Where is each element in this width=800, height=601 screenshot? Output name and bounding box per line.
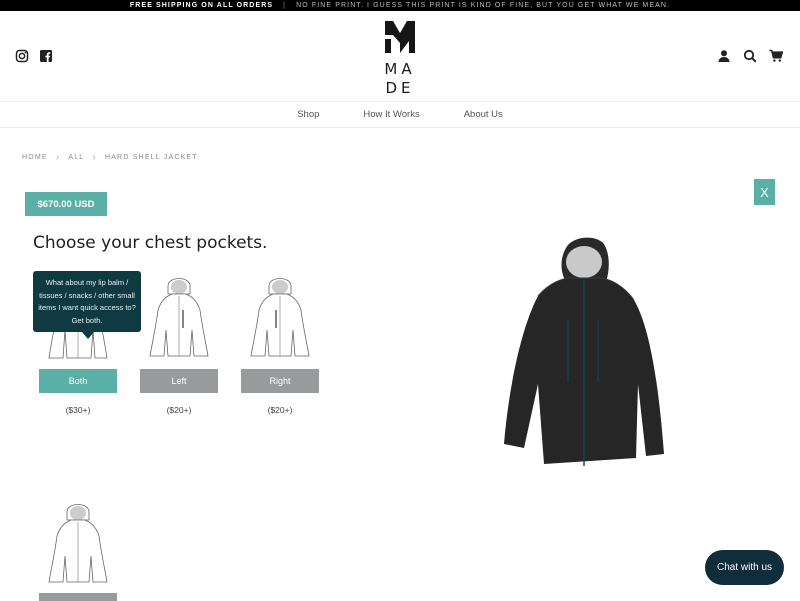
header-actions <box>717 49 784 63</box>
option-right-price: ($20+) <box>267 405 293 415</box>
jacket-thumbnail-none[interactable] <box>39 496 117 588</box>
main-nav: Shop How It Works About Us <box>0 102 800 127</box>
option-both-button[interactable]: Both <box>39 369 117 393</box>
nav-how-it-works[interactable]: How It Works <box>341 109 441 120</box>
jacket-thumbnail-right[interactable] <box>241 270 319 362</box>
logo-mark-icon <box>385 21 415 53</box>
logo-line-1: MA <box>384 60 416 78</box>
instagram-icon[interactable] <box>15 49 29 63</box>
option-right[interactable]: Right ($20+) <box>241 270 319 415</box>
social-links <box>15 49 53 63</box>
step-heading: Choose your chest pockets. <box>33 233 268 253</box>
option-none-button[interactable] <box>39 593 117 601</box>
nav-shop[interactable]: Shop <box>275 109 341 120</box>
search-icon[interactable] <box>743 49 757 63</box>
price-badge: $670.00 USD <box>25 192 107 216</box>
announcement-bar: FREE SHIPPING ON ALL ORDERS | NO FINE PR… <box>0 0 800 11</box>
chevron-right-icon: › <box>92 152 97 163</box>
announcement-primary: FREE SHIPPING ON ALL ORDERS <box>129 2 274 9</box>
facebook-icon[interactable] <box>39 49 53 63</box>
announcement-secondary: NO FINE PRINT. I GUESS THIS PRINT IS KIN… <box>296 2 671 9</box>
logo-line-2: DE <box>385 79 415 97</box>
breadcrumb-all[interactable]: ALL <box>68 154 84 161</box>
site-header: MA DE <box>0 11 800 101</box>
breadcrumb-home[interactable]: HOME <box>22 154 48 161</box>
chat-button[interactable]: Chat with us <box>705 550 784 585</box>
option-tooltip: What about my lip balm / tissues / snack… <box>33 271 141 339</box>
option-left-button[interactable]: Left <box>140 369 218 393</box>
option-left[interactable]: Left ($20+) <box>140 270 218 415</box>
nav-about-us[interactable]: About Us <box>442 109 525 120</box>
option-left-price: ($20+) <box>166 405 192 415</box>
account-icon[interactable] <box>717 49 731 63</box>
cart-icon[interactable] <box>769 49 784 63</box>
product-jacket-image <box>498 234 668 470</box>
breadcrumb-current: HARD SHELL JACKET <box>104 154 198 161</box>
main-nav-bar: Shop How It Works About Us <box>0 101 800 128</box>
jacket-thumbnail-left[interactable] <box>140 270 218 362</box>
close-button[interactable]: X <box>754 179 775 205</box>
option-both-price: ($30+) <box>65 405 91 415</box>
announcement-divider: | <box>283 2 287 9</box>
brand-logo[interactable]: MA DE <box>383 19 417 98</box>
chevron-right-icon: › <box>55 152 61 163</box>
option-right-button[interactable]: Right <box>241 369 319 393</box>
option-none[interactable] <box>39 496 117 601</box>
breadcrumb: HOME › ALL › HARD SHELL JACKET <box>22 152 198 163</box>
